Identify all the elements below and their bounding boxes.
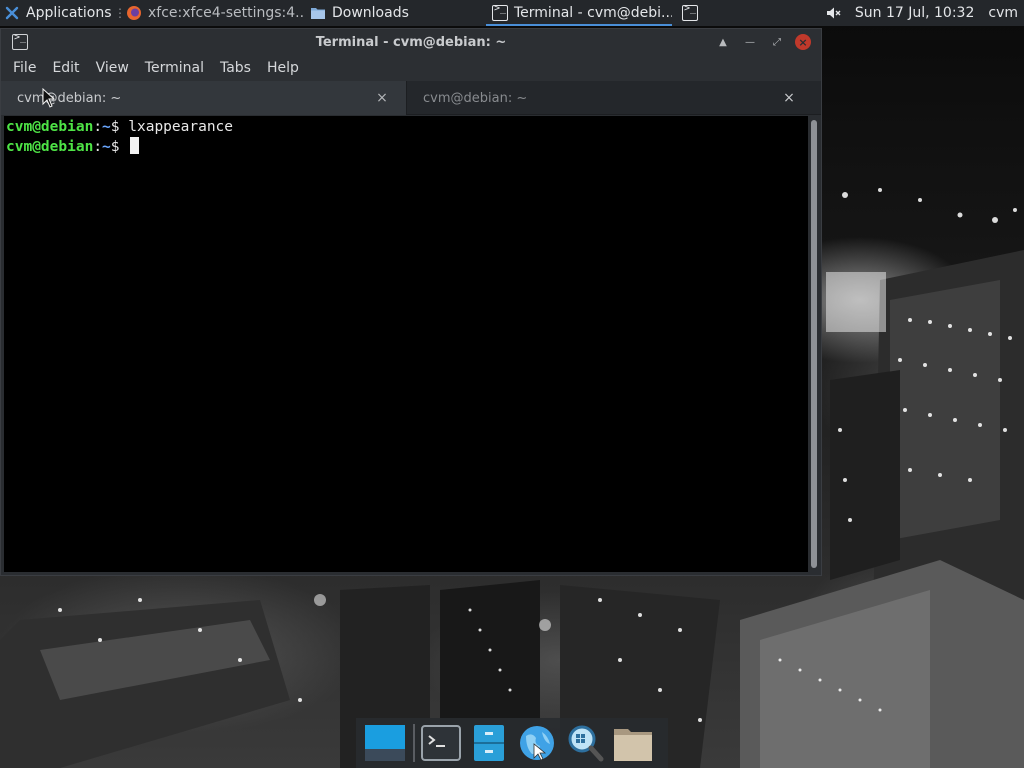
dock-separator — [413, 724, 415, 762]
terminal-line: cvm@debian:~$ — [6, 137, 806, 157]
tab-active[interactable]: cvm@debian: ~ × — [1, 81, 407, 115]
command-text: lxappearance — [128, 119, 234, 135]
taskbar-item-label: xfce:xfce4-settings:4... — [148, 5, 304, 21]
prompt-path: ~ — [102, 139, 111, 155]
firefox-icon — [127, 6, 141, 20]
dock-app-finder[interactable] — [562, 720, 608, 766]
window-controls: ▲ — ⤢ × — [705, 33, 811, 51]
prompt-symbol: $ — [110, 119, 129, 135]
tab-bar: cvm@debian: ~ × cvm@debian: ~ × — [1, 81, 821, 115]
dock-file-manager[interactable] — [466, 720, 512, 766]
mouse-pointer-icon — [42, 88, 56, 108]
window-titlebar[interactable]: Terminal - cvm@debian: ~ ▲ — ⤢ × — [1, 29, 821, 55]
menu-tabs[interactable]: Tabs — [212, 60, 259, 76]
dock-web-browser[interactable] — [514, 720, 560, 766]
terminal-output[interactable]: cvm@debian:~$ lxappearance cvm@debian:~$ — [4, 116, 808, 572]
applications-menu-button[interactable]: Applications — [0, 0, 114, 26]
terminal-icon — [421, 725, 461, 761]
prompt-symbol: $ — [110, 139, 129, 155]
tab-label: cvm@debian: ~ — [17, 90, 122, 106]
volume-muted-icon — [826, 7, 841, 19]
user-menu[interactable]: cvm — [982, 0, 1024, 26]
volume-button[interactable] — [819, 0, 847, 26]
taskbar-item-terminal[interactable]: Terminal - cvm@debi... — [486, 0, 672, 26]
shade-button[interactable]: ▲ — [714, 33, 732, 51]
app-finder-icon — [568, 725, 604, 762]
folder-icon — [311, 8, 325, 19]
terminal-icon — [492, 3, 508, 21]
taskbar-item-label: Downloads — [332, 5, 409, 21]
window-title: Terminal - cvm@debian: ~ — [315, 34, 507, 50]
tab-inactive[interactable]: cvm@debian: ~ × — [407, 81, 813, 115]
terminal-line: cvm@debian:~$ lxappearance — [6, 118, 806, 137]
menu-bar: File Edit View Terminal Tabs Help — [1, 55, 821, 81]
menu-view[interactable]: View — [88, 60, 137, 76]
prompt-user-host: cvm@debian — [6, 119, 94, 135]
scrollbar-thumb[interactable] — [811, 120, 817, 568]
dock-terminal[interactable] — [418, 720, 464, 766]
dock — [356, 718, 668, 768]
terminal-icon — [682, 3, 698, 21]
prompt-separator: : — [93, 119, 103, 135]
menu-edit[interactable]: Edit — [44, 60, 87, 76]
top-panel: Applications ⋮ xfce:xfce4-settings:4... … — [0, 0, 1024, 26]
web-browser-icon — [520, 726, 554, 761]
taskbar-item-downloads[interactable]: Downloads — [304, 0, 486, 26]
taskbar-item-label: Terminal - cvm@debi... — [514, 5, 672, 21]
dock-show-desktop[interactable] — [362, 720, 408, 766]
prompt-separator: : — [93, 139, 103, 155]
menu-terminal[interactable]: Terminal — [137, 60, 212, 76]
dock-folder[interactable] — [610, 720, 656, 766]
terminal-scrollbar[interactable] — [808, 116, 820, 572]
close-button[interactable]: × — [795, 34, 811, 50]
show-desktop-icon — [365, 725, 405, 761]
tab-close-icon[interactable]: × — [779, 90, 799, 106]
tab-close-icon[interactable]: × — [372, 90, 392, 106]
xfce-logo-icon — [5, 6, 19, 20]
prompt-path: ~ — [102, 119, 111, 135]
launcher-terminal[interactable] — [672, 0, 708, 26]
menu-file[interactable]: File — [5, 60, 44, 76]
file-manager-icon — [474, 725, 504, 761]
applications-label: Applications — [26, 5, 112, 21]
taskbar-item-firefox[interactable]: xfce:xfce4-settings:4... — [120, 0, 304, 26]
prompt-user-host: cvm@debian — [6, 139, 94, 155]
terminal-icon — [12, 32, 28, 50]
text-cursor — [130, 137, 140, 154]
folder-icon — [614, 729, 652, 761]
maximize-button[interactable]: ⤢ — [768, 33, 786, 51]
minimize-button[interactable]: — — [741, 33, 759, 51]
clock[interactable]: Sun 17 Jul, 10:32 — [847, 0, 983, 26]
tab-label: cvm@debian: ~ — [423, 90, 528, 106]
menu-help[interactable]: Help — [259, 60, 307, 76]
terminal-window: Terminal - cvm@debian: ~ ▲ — ⤢ × File Ed… — [0, 28, 822, 576]
